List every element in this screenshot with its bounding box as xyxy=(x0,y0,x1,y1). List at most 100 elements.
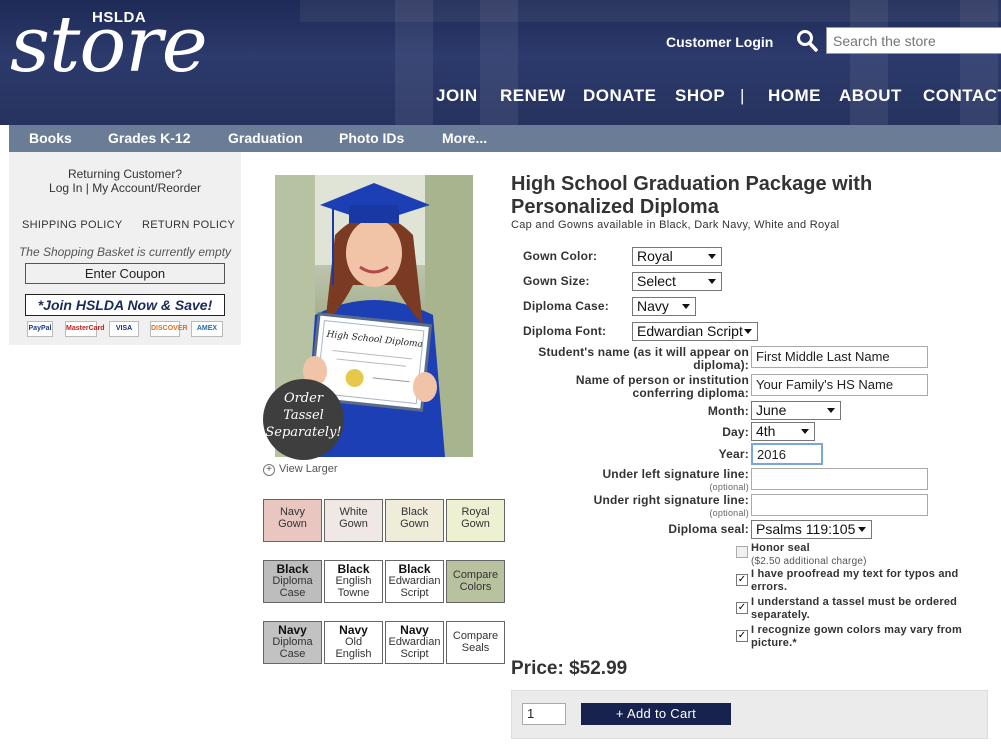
nav-shop[interactable]: SHOP xyxy=(675,86,725,106)
subnav-graduation[interactable]: Graduation xyxy=(228,130,303,146)
subnav-photo-ids[interactable]: Photo IDs xyxy=(339,130,404,146)
nav-about[interactable]: ABOUT xyxy=(839,86,902,106)
diploma-seal-value: Psalms 119:105 xyxy=(756,521,856,537)
month-select[interactable]: June xyxy=(751,401,841,420)
order-tassel-line-2: Tassel xyxy=(283,408,324,423)
conferring-input[interactable]: Your Family's HS Name xyxy=(751,374,928,396)
chevron-down-icon xyxy=(827,408,835,413)
product-title: High School Graduation Package with Pers… xyxy=(511,173,873,218)
nav-home[interactable]: HOME xyxy=(768,86,821,106)
swatch-label: Compare xyxy=(452,569,499,581)
gown-colors-checkbox[interactable]: ✓ xyxy=(736,630,748,642)
subnav-books[interactable]: Books xyxy=(29,130,72,146)
swatch-black-gown[interactable]: Black Gown xyxy=(385,499,444,542)
chevron-down-icon xyxy=(682,304,690,309)
swatch-navy-gown[interactable]: Navy Gown xyxy=(263,499,322,542)
account-links: Log In | My Account/Reorder xyxy=(9,181,241,195)
chevron-down-icon xyxy=(708,254,716,259)
amex-icon: AMEX xyxy=(191,321,223,337)
main-nav: JOIN RENEW DONATE SHOP | HOME ABOUT CONT… xyxy=(0,86,1001,108)
swatch-label: Navy xyxy=(279,506,306,518)
swatch-navy-diploma-case[interactable]: Navy Diploma Case xyxy=(263,621,322,664)
swatch-label: Case xyxy=(279,648,306,660)
mastercard-icon: MasterCard xyxy=(65,321,105,337)
swatch-black-diploma-case[interactable]: Black Diploma Case xyxy=(263,560,322,603)
visa-icon: VISA xyxy=(109,321,139,337)
swatch-label: English xyxy=(335,648,372,660)
paypal-icon: PayPal xyxy=(27,321,53,337)
day-select[interactable]: 4th xyxy=(751,422,815,441)
gown-color-select[interactable]: Royal xyxy=(632,247,722,266)
view-larger-link[interactable]: + View Larger xyxy=(263,463,338,476)
swatch-label: Case xyxy=(279,587,306,599)
basket-status: The Shopping Basket is currently empty xyxy=(18,245,232,259)
chevron-down-icon xyxy=(708,279,716,284)
login-link[interactable]: Log In xyxy=(49,181,82,195)
diploma-case-value: Navy xyxy=(637,298,669,314)
swatch-label: Black xyxy=(337,562,370,576)
add-to-cart-button[interactable]: + Add to Cart xyxy=(581,703,731,725)
swatch-compare-colors[interactable]: Compare Colors xyxy=(446,560,505,603)
diploma-font-select[interactable]: Edwardian Script xyxy=(632,322,758,341)
conferring-label: Name of person or institution conferring… xyxy=(575,373,749,400)
gown-colors-label: I recognize gown colors may vary from pi… xyxy=(751,624,962,649)
gown-size-select[interactable]: Select xyxy=(632,272,722,291)
swatch-label: Script xyxy=(400,648,429,660)
honor-seal-checkbox[interactable] xyxy=(736,546,748,558)
enter-coupon-button[interactable]: Enter Coupon xyxy=(25,263,225,284)
tassel-label: I understand a tassel must be ordered se… xyxy=(751,596,958,621)
swatch-black-english-towne[interactable]: Black English Towne xyxy=(324,560,383,603)
right-signature-input[interactable] xyxy=(751,494,928,516)
right-signature-label-text: Under right signature line: xyxy=(593,493,749,507)
swatch-navy-edwardian-script[interactable]: Navy Edwardian Script xyxy=(385,621,444,664)
gown-size-label: Gown Size: xyxy=(523,274,590,288)
diploma-case-select[interactable]: Navy xyxy=(632,297,696,316)
diploma-font-label: Diploma Font: xyxy=(523,324,607,338)
nav-join[interactable]: JOIN xyxy=(436,86,478,106)
swatch-label: Old xyxy=(344,636,363,648)
order-tassel-line-3: Separately! xyxy=(265,425,342,440)
returning-customer-text: Returning Customer? xyxy=(67,167,183,181)
chevron-down-icon xyxy=(858,527,866,532)
my-account-link[interactable]: My Account/Reorder xyxy=(92,181,201,195)
product-price: Price: $52.99 xyxy=(511,658,628,679)
year-input[interactable]: 2016 xyxy=(751,443,823,465)
month-value: June xyxy=(756,402,787,418)
left-signature-input[interactable] xyxy=(751,468,928,490)
hslda-logo-text[interactable]: HSLDA xyxy=(92,9,146,26)
swatch-compare-seals[interactable]: Compare Seals xyxy=(446,621,505,664)
swatch-label: Black xyxy=(276,562,309,576)
join-hslda-button[interactable]: *Join HSLDA Now & Save! xyxy=(25,294,225,316)
order-tassel-badge[interactable]: Order Tassel Separately! xyxy=(263,379,344,460)
search-icon[interactable] xyxy=(796,29,818,53)
header-background-beam xyxy=(300,0,1001,22)
diploma-seal-select[interactable]: Psalms 119:105 xyxy=(751,520,872,539)
swatch-label: Gown xyxy=(400,518,429,530)
proofread-label: I have proofread my text for typos and e… xyxy=(751,568,959,593)
search-input[interactable] xyxy=(826,27,1001,54)
proofread-checkbox[interactable]: ✓ xyxy=(736,574,748,586)
swatch-label: Black xyxy=(398,562,431,576)
discover-icon: DISCOVER xyxy=(150,321,188,337)
swatch-black-edwardian-script[interactable]: Black Edwardian Script xyxy=(385,560,444,603)
student-name-input[interactable]: First Middle Last Name xyxy=(751,346,928,368)
subnav-more[interactable]: More... xyxy=(442,130,487,146)
swatch-label: Black xyxy=(401,506,428,518)
shipping-policy-link[interactable]: SHIPPING POLICY xyxy=(22,219,122,231)
nav-contact[interactable]: CONTACT xyxy=(923,86,1001,106)
nav-donate[interactable]: DONATE xyxy=(583,86,657,106)
swatch-navy-old-english[interactable]: Navy Old English xyxy=(324,621,383,664)
subnav-grades[interactable]: Grades K-12 xyxy=(108,130,190,146)
order-tassel-line-1: Order xyxy=(283,391,324,406)
swatch-label: Navy xyxy=(339,623,368,637)
student-name-label: Student's name (as it will appear on dip… xyxy=(538,345,749,372)
year-label: Year: xyxy=(718,447,749,461)
gown-color-label: Gown Color: xyxy=(523,249,598,263)
swatch-royal-gown[interactable]: Royal Gown xyxy=(446,499,505,542)
quantity-input[interactable]: 1 xyxy=(522,703,566,725)
return-policy-link[interactable]: RETURN POLICY xyxy=(142,219,235,231)
tassel-checkbox[interactable]: ✓ xyxy=(736,602,748,614)
swatch-white-gown[interactable]: White Gown xyxy=(324,499,383,542)
nav-renew[interactable]: RENEW xyxy=(500,86,566,106)
customer-login-link[interactable]: Customer Login xyxy=(666,34,773,50)
